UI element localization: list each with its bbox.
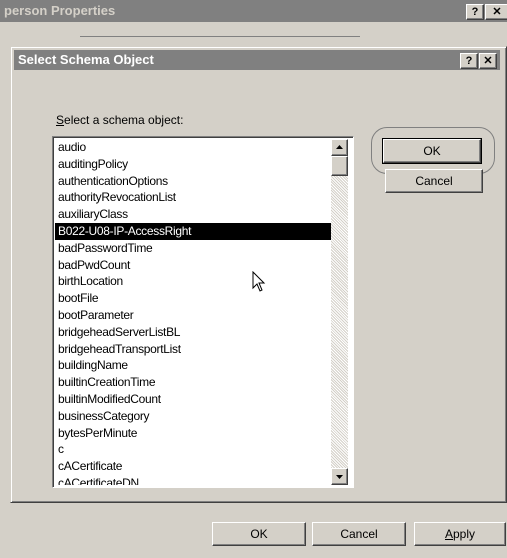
list-item[interactable]: badPwdCount xyxy=(55,257,331,274)
list-item[interactable]: bootFile xyxy=(55,290,331,307)
list-item[interactable]: audio xyxy=(55,139,331,156)
up-arrow-icon xyxy=(336,145,343,149)
schema-object-list[interactable]: audio auditingPolicy authenticationOptions… xyxy=(55,139,331,485)
dialog-close-button[interactable]: ✕ xyxy=(479,53,497,69)
dialog-help-button[interactable]: ? xyxy=(460,53,478,69)
list-vertical-scrollbar[interactable] xyxy=(331,139,348,485)
list-item[interactable]: builtinModifiedCount xyxy=(55,391,331,408)
down-arrow-icon xyxy=(336,475,343,479)
list-item[interactable]: bytesPerMinute xyxy=(55,425,331,442)
list-item[interactable]: authorityRevocationList xyxy=(55,189,331,206)
list-item[interactable]: cACertificateDN xyxy=(55,475,331,485)
background-close-button[interactable]: ✕ xyxy=(485,4,507,20)
ok-button[interactable]: OK xyxy=(382,138,482,164)
list-item[interactable]: auxiliaryClass xyxy=(55,206,331,223)
apply-label: pply xyxy=(453,527,476,541)
properties-ok-button[interactable]: OK xyxy=(212,522,306,546)
dialog-title: Select Schema Object xyxy=(18,52,154,67)
list-item[interactable]: auditingPolicy xyxy=(55,156,331,173)
scrollbar-thumb[interactable] xyxy=(331,156,348,176)
list-item-selected[interactable]: B022-U08-IP-AccessRight xyxy=(55,222,331,240)
schema-object-listbox[interactable]: audio auditingPolicy authenticationOptions… xyxy=(52,136,354,488)
select-schema-object-dialog: Select Schema Object ? ✕ Select a schema… xyxy=(10,46,507,503)
properties-apply-button[interactable]: Apply xyxy=(414,522,506,546)
list-item[interactable]: cACertificate xyxy=(55,458,331,475)
dialog-titlebar: Select Schema Object ? ✕ xyxy=(14,50,500,70)
background-window-title: person Properties xyxy=(4,3,116,18)
background-help-button[interactable]: ? xyxy=(466,4,484,20)
cancel-button[interactable]: Cancel xyxy=(385,169,483,193)
properties-cancel-button[interactable]: Cancel xyxy=(312,522,406,546)
list-item[interactable]: bootParameter xyxy=(55,307,331,324)
list-item[interactable]: authenticationOptions xyxy=(55,173,331,190)
list-item[interactable]: birthLocation xyxy=(55,273,331,290)
list-item[interactable]: c xyxy=(55,441,331,458)
list-item[interactable]: businessCategory xyxy=(55,408,331,425)
mouse-pointer-icon xyxy=(252,271,266,292)
apply-accelerator: A xyxy=(444,527,453,541)
list-item[interactable]: buildingName xyxy=(55,357,331,374)
list-item[interactable]: builtinCreationTime xyxy=(55,374,331,391)
background-tabs-outline xyxy=(80,36,360,43)
scroll-down-button[interactable] xyxy=(331,468,348,485)
list-item[interactable]: bridgeheadTransportList xyxy=(55,341,331,358)
prompt-accelerator: S xyxy=(56,113,65,127)
list-item[interactable]: badPasswordTime xyxy=(55,240,331,257)
background-window-titlebar: person Properties ? ✕ xyxy=(0,0,507,22)
prompt-text: elect a schema object: xyxy=(64,113,184,127)
select-schema-object-label: Select a schema object: xyxy=(56,113,183,127)
scroll-up-button[interactable] xyxy=(331,139,348,156)
list-item[interactable]: bridgeheadServerListBL xyxy=(55,324,331,341)
